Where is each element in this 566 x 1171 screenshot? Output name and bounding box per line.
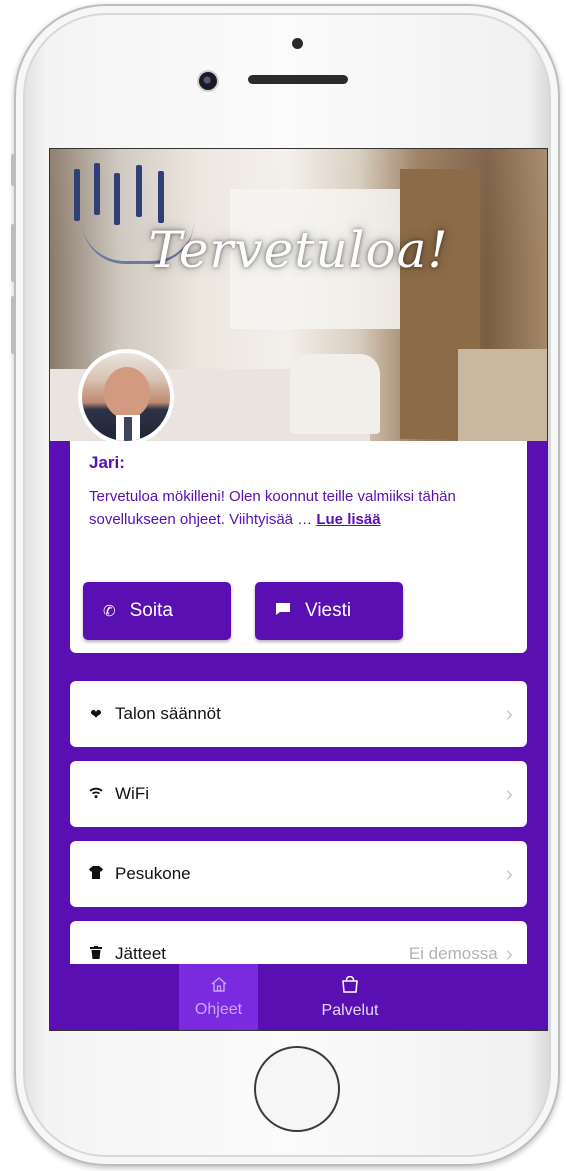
tshirt-icon	[86, 866, 106, 882]
call-button-label: Soita	[129, 600, 173, 621]
app-screen: Tervetuloa! Jari: Tervetuloa mökilleni! …	[49, 148, 548, 1031]
menu-item-label: Pesukone	[115, 864, 191, 883]
message-button[interactable]: Viesti	[255, 582, 403, 640]
host-name: Jari:	[89, 453, 125, 472]
menu-item-wifi[interactable]: WiFi ›	[70, 761, 527, 827]
volume-down-button	[11, 296, 16, 354]
wifi-icon	[86, 786, 106, 802]
trash-icon	[86, 946, 106, 962]
front-camera	[199, 72, 217, 90]
proximity-sensor	[292, 38, 303, 49]
heart-icon: ❤	[90, 705, 102, 722]
shopping-bag-icon	[341, 975, 359, 998]
host-message: Tervetuloa mökilleni! Olen koonnut teill…	[89, 485, 509, 531]
hero-armchair	[290, 354, 380, 434]
volume-up-button	[11, 224, 16, 282]
chat-icon	[275, 602, 291, 620]
earpiece-speaker	[248, 75, 348, 84]
chevron-right-icon: ›	[505, 701, 513, 726]
chevron-right-icon: ›	[505, 861, 513, 886]
read-more-link[interactable]: Lue lisää	[316, 511, 380, 528]
host-message-text: Tervetuloa mökilleni! Olen koonnut teill…	[89, 488, 456, 528]
bottom-nav: Ohjeet Palvelut	[50, 964, 547, 1030]
tab-palvelut[interactable]: Palvelut	[295, 964, 405, 1030]
tab-label: Ohjeet	[194, 1001, 243, 1018]
home-icon	[211, 977, 227, 997]
menu-item-note: Ei demossa	[408, 944, 498, 963]
host-avatar	[78, 349, 174, 445]
menu-item-washing-machine[interactable]: Pesukone ›	[70, 841, 527, 907]
chevron-right-icon: ›	[505, 781, 513, 806]
menu-item-label: Jätteet	[115, 944, 167, 963]
welcome-title: Tervetuloa!	[148, 221, 449, 279]
phone-icon: ✆	[103, 603, 116, 620]
menu-item-house-rules[interactable]: ❤ Talon säännöt ›	[70, 681, 527, 747]
call-button[interactable]: ✆ Soita	[83, 582, 231, 640]
message-button-label: Viesti	[305, 600, 352, 621]
tab-ohjeet[interactable]: Ohjeet	[179, 964, 258, 1030]
menu-item-label: Talon säännöt	[115, 704, 221, 723]
mute-switch	[11, 154, 16, 186]
menu-item-label: WiFi	[115, 784, 149, 803]
home-button[interactable]	[254, 1046, 340, 1132]
tab-label: Palvelut	[321, 1002, 379, 1019]
hero-counter	[458, 349, 547, 441]
host-card: Jari: Tervetuloa mökilleni! Olen koonnut…	[70, 441, 527, 653]
